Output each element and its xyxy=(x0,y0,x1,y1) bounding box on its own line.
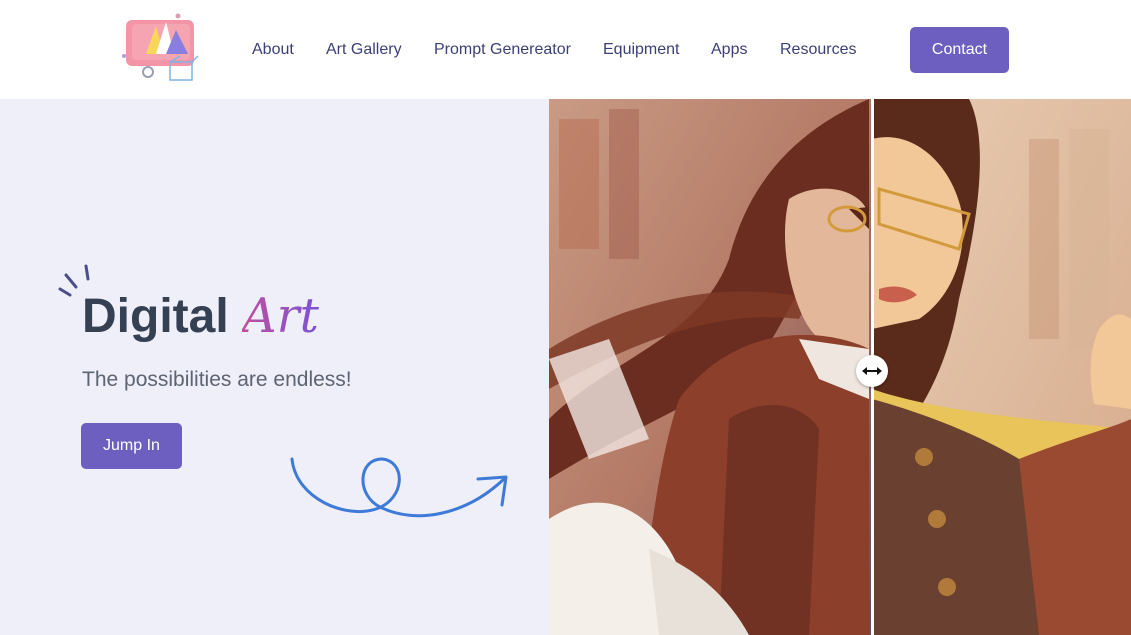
left-right-arrows-icon[interactable] xyxy=(856,355,888,387)
art-palette-logo-icon[interactable] xyxy=(122,12,202,86)
site-header: About Art Gallery Prompt Genereator Equi… xyxy=(0,0,1131,99)
hero-section: Digital Art The possibilities are endles… xyxy=(0,99,549,635)
hero-subtitle: The possibilities are endless! xyxy=(82,368,352,391)
hero-title-main: Digital xyxy=(82,290,229,343)
nav-link-prompt-generator[interactable]: Prompt Genereator xyxy=(434,38,571,62)
image-comparison-slider[interactable] xyxy=(549,99,1131,635)
nav-link-apps[interactable]: Apps xyxy=(711,38,747,62)
jump-in-button[interactable]: Jump In xyxy=(81,423,182,469)
nav-link-art-gallery[interactable]: Art Gallery xyxy=(326,38,402,62)
contact-button[interactable]: Contact xyxy=(910,27,1009,73)
nav-link-equipment[interactable]: Equipment xyxy=(603,38,680,62)
curly-arrow-icon xyxy=(290,457,508,518)
hero-title-accent: Art xyxy=(242,288,319,344)
nav-link-resources[interactable]: Resources xyxy=(780,38,856,62)
comparison-artwork-image xyxy=(549,99,1131,635)
nav-link-about[interactable]: About xyxy=(252,38,294,62)
hero-title: Digital Art xyxy=(82,287,319,346)
